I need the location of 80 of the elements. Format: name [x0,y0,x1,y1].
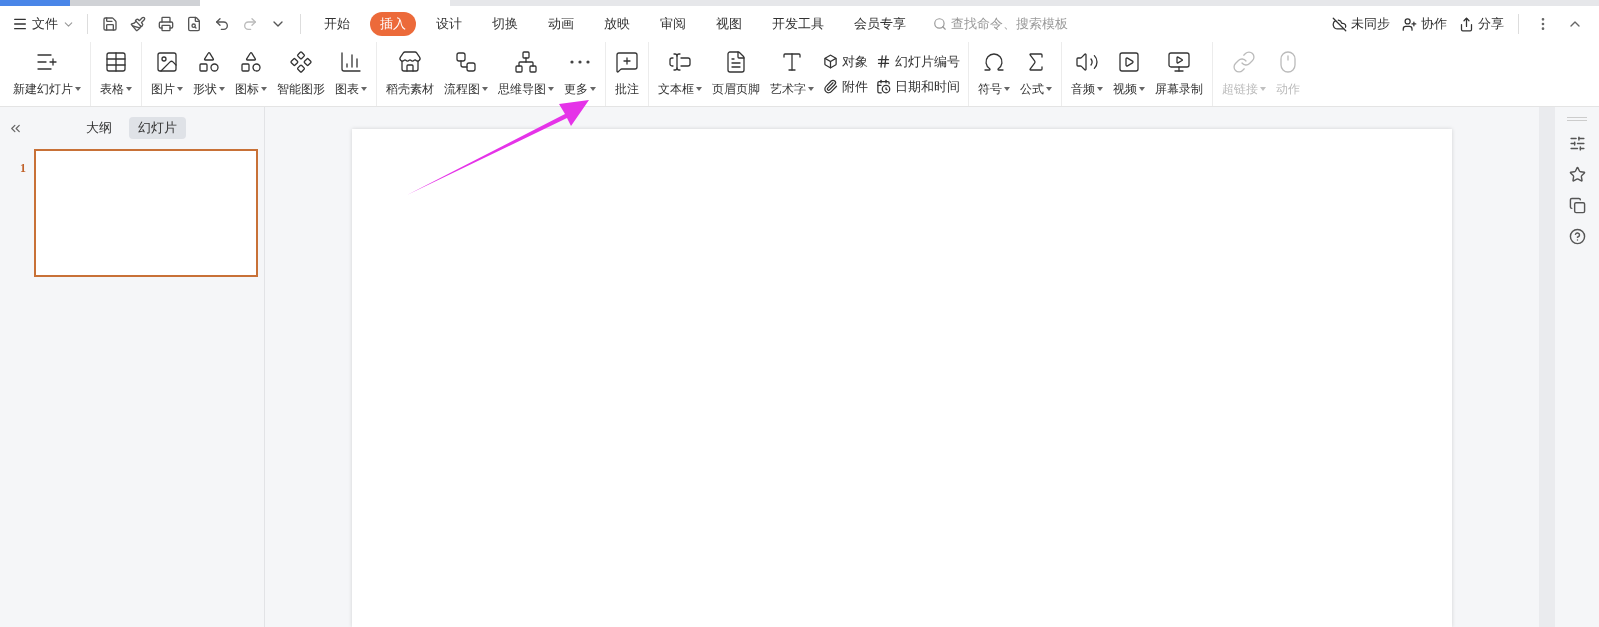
ribbon-button[interactable]: 智能图形 [272,42,330,106]
ribbon-button[interactable]: 图片 [146,42,188,106]
type-icon [780,50,804,74]
ribbon-small-button[interactable]: 幻灯片编号 [876,51,960,71]
ribbon-button[interactable]: 页眉页脚 [707,42,765,106]
component-icon [289,50,313,74]
link-icon [1232,50,1256,74]
ribbon-tab[interactable]: 开发工具 [762,12,834,36]
menu-icon [12,16,28,32]
paperclip-icon [823,79,838,95]
toolbar-action[interactable]: 协作 [1402,14,1447,34]
ribbon-tab[interactable]: 切换 [482,12,528,36]
ribbon-tab[interactable]: 放映 [594,12,640,36]
search-icon [933,17,947,31]
ribbon-button[interactable]: 屏幕录制 [1150,42,1208,106]
copy-icon[interactable] [1568,197,1586,214]
ribbon-button[interactable]: 艺术字 [765,42,819,106]
ribbon-tab[interactable]: 设计 [426,12,472,36]
ribbon-button[interactable]: 流程图 [439,42,493,106]
star-icon[interactable] [1568,166,1586,183]
help-icon[interactable] [1568,228,1586,245]
ribbon-small-button[interactable]: 对象 [823,51,868,71]
slide-number: 1 [20,160,27,177]
drag-handle-icon [1567,117,1587,121]
cloud-off-icon [1332,16,1347,32]
user-plus-icon [1402,16,1417,32]
ribbon-button[interactable]: 文本框 [653,42,707,106]
ribbon-tab[interactable]: 会员专享 [844,12,916,36]
print-icon[interactable] [158,16,174,32]
ribbon-tab[interactable]: 动画 [538,12,584,36]
ribbon-tab[interactable]: 开始 [314,12,360,36]
comment-plus-icon [615,50,639,74]
omega-icon [982,50,1006,74]
shapes-icon [239,50,263,74]
bar-chart-icon [339,50,363,74]
undo-icon[interactable] [214,16,230,32]
ribbon-small-button[interactable]: 附件 [823,77,868,97]
file-menu[interactable]: 文件 [8,14,79,34]
shapes-icon [197,50,221,74]
cube-icon [823,53,838,69]
ribbon-small-button[interactable]: 日期和时间 [876,77,960,97]
workflow-icon [454,50,478,74]
ribbon-button[interactable]: 批注 [610,42,644,106]
text-box-icon [668,50,692,74]
scrollbar[interactable] [1539,107,1555,627]
calendar-icon [876,79,891,95]
panel-tab[interactable]: 大纲 [77,117,121,139]
ribbon-button[interactable]: 思维导图 [493,42,559,106]
image-icon [155,50,179,74]
ribbon-button[interactable]: 稻壳素材 [381,42,439,106]
save-icon[interactable] [102,16,118,32]
network-icon [514,50,538,74]
panel-tab[interactable]: 幻灯片 [129,117,186,139]
share-icon [1459,16,1474,32]
hash-icon [876,53,891,69]
play-icon [1117,50,1141,74]
ellipsis-icon [570,60,590,64]
ribbon-button[interactable]: 形状 [188,42,230,106]
ribbon-button[interactable]: 音频 [1066,42,1108,106]
store-icon [398,50,422,74]
slide-thumbnail[interactable] [34,149,258,277]
search-field[interactable]: 查找命令、搜索模板 [933,14,1101,34]
ribbon-button[interactable]: 视频 [1108,42,1150,106]
ribbon-tab[interactable]: 视图 [706,12,752,36]
ribbon-button[interactable]: 符号 [973,42,1015,106]
ribbon-button[interactable]: 新建幻灯片 [8,42,86,106]
format-painter-icon[interactable] [130,16,146,32]
ribbon-button[interactable]: 图标 [230,42,272,106]
print-preview-icon[interactable] [186,16,202,32]
table-icon [104,50,128,74]
document-icon [724,50,748,74]
ribbon-button[interactable]: 图表 [330,42,372,106]
ribbon-button[interactable]: 公式 [1015,42,1057,106]
speaker-icon [1075,50,1099,74]
monitor-icon [1167,50,1191,74]
toolbar-action[interactable]: 未同步 [1332,14,1390,34]
ribbon-tab[interactable]: 审阅 [650,12,696,36]
toolbar-action[interactable]: 分享 [1459,14,1504,34]
settings-icon[interactable] [1568,135,1586,152]
ribbon-button[interactable]: 表格 [95,42,137,106]
